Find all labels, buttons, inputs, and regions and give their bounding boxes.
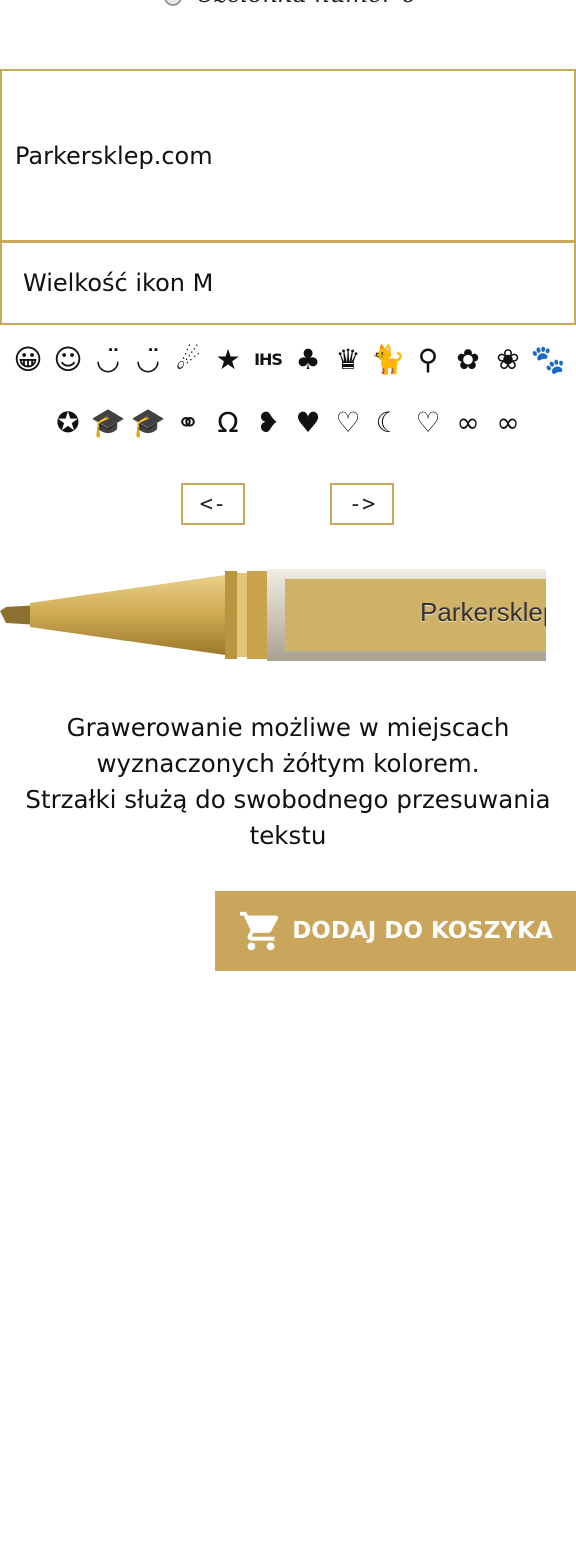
font-option-row[interactable]: Czcionka numer 6 [0,0,576,8]
move-text-left-button[interactable]: <- [181,483,245,525]
font-option-label: Czcionka numer 6 [196,0,417,8]
heart-swirl-icon[interactable]: ☾ [368,403,408,443]
rose-icon[interactable]: ✿ [448,340,488,380]
description-line-4: tekstu [249,821,327,850]
mortarboard-icon[interactable]: 🎓 [128,403,168,443]
horseshoe-icon[interactable]: Ω [208,403,248,443]
rings-icon[interactable]: ⚭ [168,403,208,443]
add-to-cart-label: DODAJ DO KOSZYKA [292,918,553,944]
font-option-radio[interactable] [164,0,182,6]
paw-icon[interactable]: 🐾 [528,340,568,380]
happy-smile-icon[interactable]: ◡̈ [128,340,168,380]
double-heart-icon[interactable]: ♡ [408,403,448,443]
infinity-heart-icon[interactable]: ∞ [448,403,488,443]
pen-preview: Parkersklep.com [0,545,546,675]
ihs-icon[interactable]: IHS [248,340,288,380]
description-line-3: Strzałki służą do swobodnego przesuwania [25,785,551,814]
graduation-cap-icon[interactable]: 🎓 [88,403,128,443]
add-to-cart-button[interactable]: DODAJ DO KOSZYKA [215,891,576,971]
heart-icon[interactable]: ♥ [288,403,328,443]
icon-size-select[interactable]: Wielkość ikon M [0,241,576,325]
icon-grid-row-1: 😀 ☺ ◡̈ ◡̈ ☄ ★ IHS ♣ ♛ 🐈 ⚲ ✿ ❀ 🐾 [0,340,576,380]
grin-face-icon[interactable]: 😀 [8,340,48,380]
star-icon[interactable]: ★ [208,340,248,380]
engraving-text-input[interactable] [0,69,576,242]
description-line-1: Grawerowanie możliwe w miejscach [66,713,510,742]
crown-icon[interactable]: ♛ [328,340,368,380]
tie-icon[interactable]: ⚲ [408,340,448,380]
move-text-right-button[interactable]: -> [330,483,394,525]
smile-face-icon[interactable]: ☺ [48,340,88,380]
engraving-preview-text: Parkersklep.com [420,597,546,627]
description-line-2: wyznaczonych żółtym kolorem. [96,749,480,778]
infinity-icon[interactable]: ∞ [488,403,528,443]
icon-size-selected-value: Wielkość ikon M [23,269,214,297]
award-icon[interactable]: ✪ [48,403,88,443]
engraving-description: Grawerowanie możliwe w miejscach wyznacz… [0,710,576,854]
open-smile-icon[interactable]: ◡̈ [88,340,128,380]
rosebud-icon[interactable]: ❀ [488,340,528,380]
half-heart-icon[interactable]: ❥ [248,403,288,443]
cart-icon [240,911,279,951]
shooting-star-icon[interactable]: ☄ [168,340,208,380]
icon-grid-row-2: ✪ 🎓 🎓 ⚭ Ω ❥ ♥ ♡ ☾ ♡ ∞ ∞ [0,403,576,443]
heart-outline-icon[interactable]: ♡ [328,403,368,443]
clover-icon[interactable]: ♣ [288,340,328,380]
cat-icon[interactable]: 🐈 [368,340,408,380]
